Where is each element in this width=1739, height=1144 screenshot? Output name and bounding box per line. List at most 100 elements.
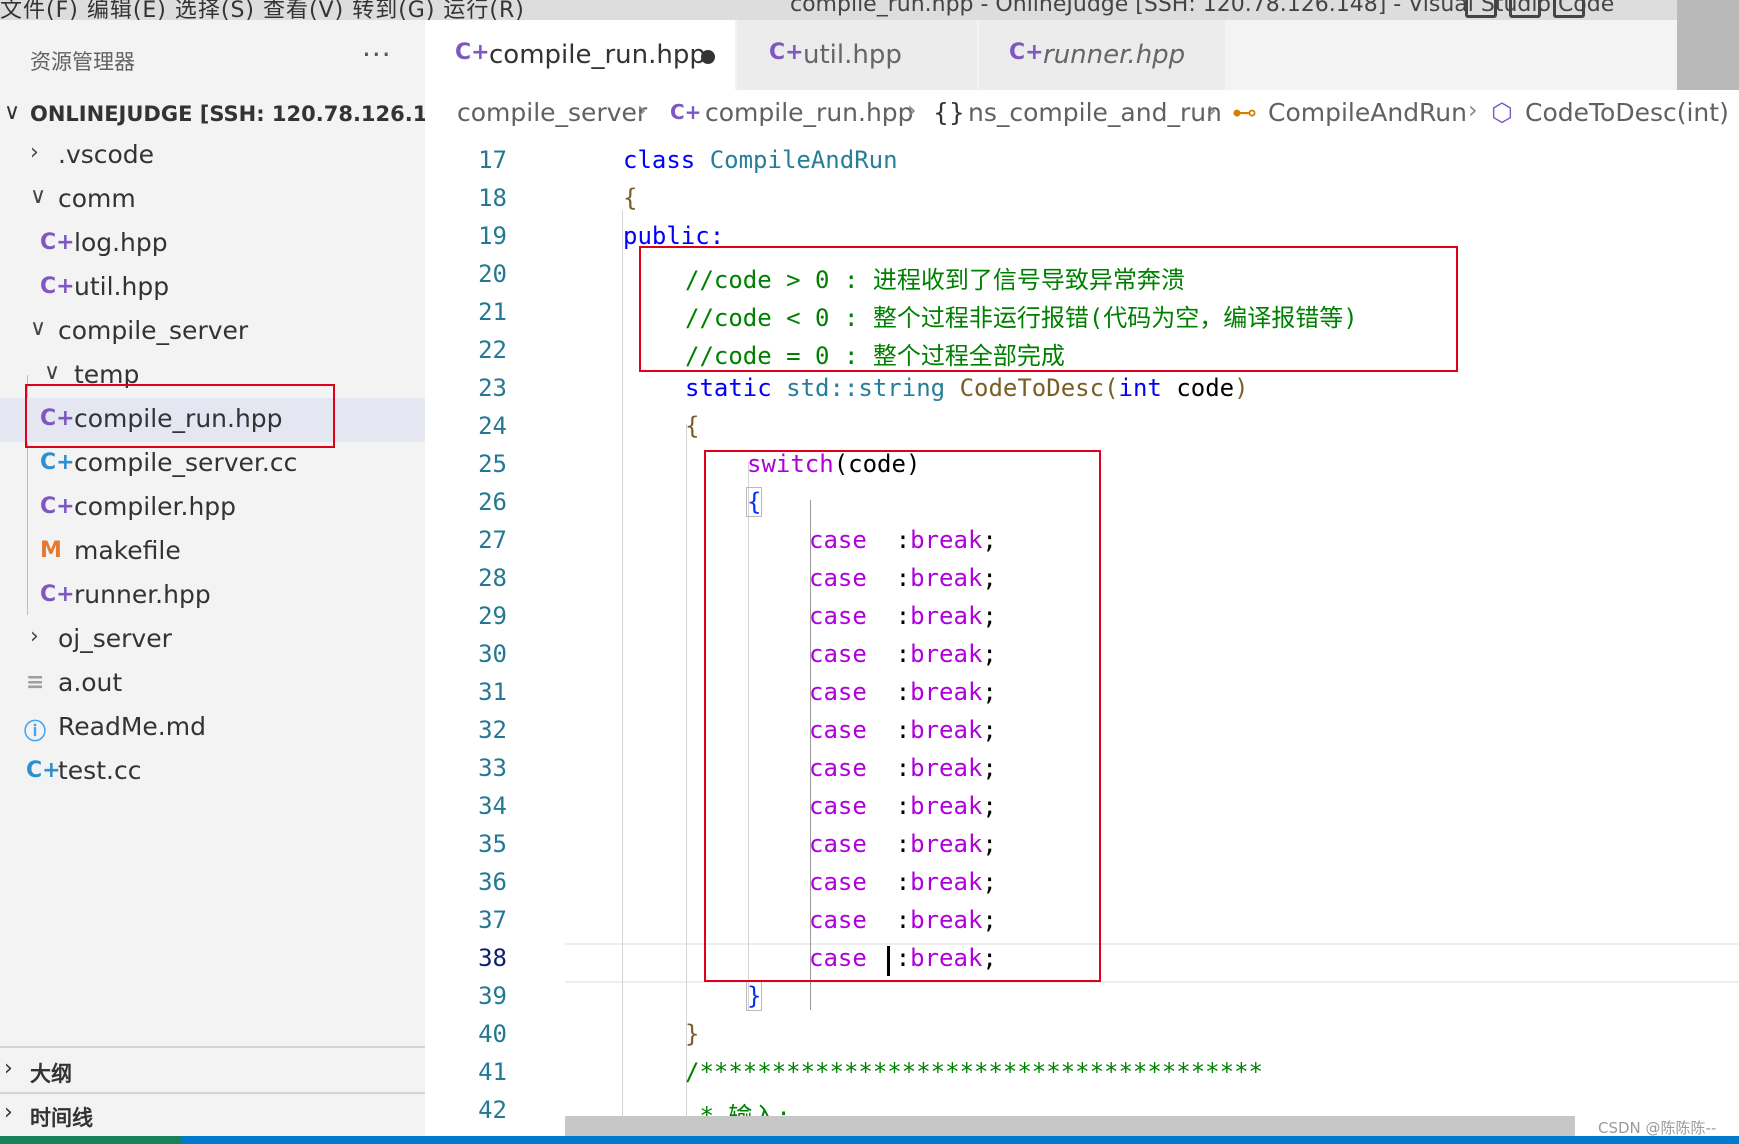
tree-item-label: test.cc (58, 756, 142, 785)
timeline-panel-header[interactable]: › 时间线 (0, 1094, 425, 1138)
explorer-title: 资源管理器 (30, 50, 135, 74)
chevron-right-icon: › (30, 624, 39, 649)
tree-item-label: .vscode (58, 140, 155, 169)
chevron-right-icon: › (4, 1056, 13, 1081)
tab-label: util.hpp (803, 40, 902, 70)
line-number: 42 (478, 1096, 507, 1124)
cpp-file-icon: C+ (769, 40, 804, 65)
chevron-right-icon: › (1207, 96, 1217, 124)
highlight-box-comments (639, 246, 1458, 372)
function-name: CodeToDesc (959, 374, 1105, 402)
method-icon: ⬡ (1491, 98, 1513, 127)
code-line-24: { (685, 412, 700, 440)
tree-item--vscode[interactable]: › .vscode (0, 134, 425, 178)
outline-panel-header[interactable]: › 大纲 (0, 1050, 425, 1094)
breadcrumb: compile_server › C+ compile_run.hpp › {}… (425, 90, 1739, 134)
tree-item-compiler-hpp[interactable]: C+ compiler.hpp (0, 486, 425, 530)
tree-item-label: util.hpp (74, 272, 170, 301)
text-file-icon: ≡ (26, 670, 45, 695)
cpp-file-icon: C+ (40, 494, 75, 519)
cpp-file-icon: C+ (40, 230, 75, 255)
tab-label: runner.hpp (1043, 40, 1186, 70)
tab-runner[interactable]: C+ runner.hpp (979, 20, 1225, 90)
tree-item-log-hpp[interactable]: C+ log.hpp (0, 222, 425, 266)
editor-tab-bar: C+ compile_run.hpp C+ util.hpp C+ runner… (425, 20, 1677, 90)
line-number: 20 (478, 260, 507, 288)
tree-item-test-cc[interactable]: C+ test.cc (0, 750, 425, 794)
breadcrumb-method[interactable]: CodeToDesc(int) (1525, 98, 1729, 127)
info-icon: ⓘ (24, 720, 47, 745)
param-name: code (1161, 374, 1235, 402)
namespace-icon: {} (933, 98, 965, 127)
line-number: 21 (478, 298, 507, 326)
code-line-23: static std::string CodeToDesc(int code) (685, 374, 1249, 402)
code-line-17: class CompileAndRun (623, 146, 898, 174)
breadcrumb-file[interactable]: compile_run.hpp (705, 98, 914, 127)
line-number: 40 (478, 1020, 507, 1048)
line-number: 32 (478, 716, 507, 744)
paren-open: ( (1104, 374, 1119, 402)
line-number: 34 (478, 792, 507, 820)
code-editor[interactable]: 17 18 19 20 21 22 23 24 25 26 27 28 29 30 31 32 33 34 35 36… (425, 134, 1739, 1136)
tab-compile-run[interactable]: C+ compile_run.hpp (425, 20, 735, 90)
sidebar-toggle-icon[interactable] (1553, 0, 1585, 18)
workspace-root-label: ONLINEJUDGE [SSH: 120.78.126.148] (30, 102, 467, 126)
tree-item-compile-server[interactable]: ∨ compile_server (0, 310, 425, 354)
panel-toggle-icon[interactable] (1509, 0, 1541, 18)
breadcrumb-class[interactable]: CompileAndRun (1268, 98, 1467, 127)
chevron-right-icon: › (30, 140, 39, 165)
timeline-panel-label: 时间线 (30, 1106, 93, 1130)
panel-divider (0, 1046, 425, 1048)
tree-item-label: oj_server (58, 624, 172, 653)
cpp-file-icon: C+ (26, 758, 61, 783)
explorer-sidebar: 资源管理器 ··· ∨ ONLINEJUDGE [SSH: 120.78.126… (0, 20, 466, 1138)
tree-item-readme-md[interactable]: ⓘ ReadMe.md (0, 706, 425, 750)
line-number: 35 (478, 830, 507, 858)
line-number: 39 (478, 982, 507, 1010)
tab-util[interactable]: C+ util.hpp (737, 20, 977, 90)
tree-item-comm[interactable]: ∨ comm (0, 178, 425, 222)
breadcrumb-folder[interactable]: compile_server (457, 98, 647, 127)
unsaved-dot-icon[interactable] (701, 50, 715, 64)
title-bar: 文件(F) 编辑(E) 选择(S) 查看(V) 转到(G) 运行(R) comp… (0, 0, 1739, 20)
tree-item-label: makefile (74, 536, 181, 565)
line-number: 22 (478, 336, 507, 364)
tree-item-util-hpp[interactable]: C+ util.hpp (0, 266, 425, 310)
tree-item-label: a.out (58, 668, 123, 697)
more-actions-icon[interactable]: ··· (362, 38, 392, 71)
tree-item-runner-hpp[interactable]: C+ runner.hpp (0, 574, 425, 618)
menu-bar[interactable]: 文件(F) 编辑(E) 选择(S) 查看(V) 转到(G) 运行(R) (0, 0, 525, 20)
makefile-icon: M (40, 538, 62, 563)
line-number: 29 (478, 602, 507, 630)
code-line-39: } (745, 981, 763, 1011)
chevron-right-icon: › (1468, 96, 1478, 124)
chevron-down-icon: ∨ (4, 100, 21, 125)
code-line-40: } (685, 1020, 700, 1048)
tree-item-label: compile_server (58, 316, 249, 345)
chevron-down-icon: ∨ (30, 184, 47, 209)
remote-indicator[interactable] (0, 1136, 182, 1144)
breadcrumb-namespace[interactable]: ns_compile_and_run (968, 98, 1222, 127)
code-line-41: /*************************************** (685, 1058, 1263, 1086)
chevron-down-icon: ∨ (30, 316, 47, 341)
paren-close: ) (1234, 374, 1249, 402)
cpp-file-icon: C+ (40, 582, 75, 607)
line-number: 25 (478, 450, 507, 478)
keyword-static: static (685, 374, 772, 402)
line-number: 30 (478, 640, 507, 668)
tree-item-oj-server[interactable]: › oj_server (0, 618, 425, 662)
line-number: 33 (478, 754, 507, 782)
line-number: 17 (478, 146, 507, 174)
layout-toggle-icon[interactable] (1465, 0, 1497, 18)
horizontal-scrollbar[interactable] (565, 1116, 1575, 1136)
status-bar (0, 1136, 1739, 1144)
cpp-file-icon: C+ (1009, 40, 1044, 65)
highlight-box-file (25, 384, 335, 448)
indent-guide (622, 210, 623, 1136)
tree-item-label: compile_server.cc (74, 448, 298, 477)
tree-item-compile-server-cc[interactable]: C+ compile_server.cc (0, 442, 425, 486)
line-number: 28 (478, 564, 507, 592)
tree-item-a-out[interactable]: ≡ a.out (0, 662, 425, 706)
chevron-right-icon: › (637, 96, 647, 124)
tree-item-makefile[interactable]: Mmakefile (0, 530, 425, 574)
